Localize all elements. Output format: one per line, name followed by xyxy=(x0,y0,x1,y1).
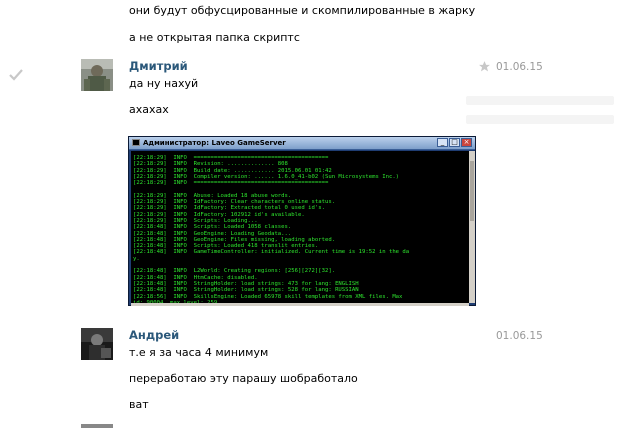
maximize-icon: □ xyxy=(449,138,460,147)
blurred-region xyxy=(466,96,614,105)
console-line: [22:18:48] INFO GameTimeController: init… xyxy=(133,249,410,256)
comment-text: а не открытая папка скриптс xyxy=(129,31,300,44)
close-icon: × xyxy=(461,138,472,147)
blurred-region xyxy=(466,115,614,124)
console-icon xyxy=(132,139,140,146)
star-icon[interactable] xyxy=(478,60,491,76)
console-line: [22:18:56] INFO SkillsEngine: Loaded 659… xyxy=(133,293,403,300)
comment-date: 01.06.15 xyxy=(496,330,543,342)
comment-author[interactable]: Дмитрий xyxy=(129,59,188,73)
comment-text: ват xyxy=(129,398,149,411)
comment-text: ахахах xyxy=(129,103,169,116)
comment-date: 01.06.15 xyxy=(496,61,543,73)
comment-text: переработаю эту парашу шобработало xyxy=(129,372,358,385)
console-output: [22:18:29] INFO ========================… xyxy=(131,151,469,303)
comment-text: они будут обфусцированные и скомпилирова… xyxy=(129,4,476,17)
scrollbar xyxy=(469,151,475,303)
avatar[interactable] xyxy=(81,59,113,91)
comment-text: т.е я за часа 4 минимум xyxy=(129,346,269,359)
comment-author[interactable]: Андрей xyxy=(129,328,179,342)
minimize-icon: _ xyxy=(437,138,448,147)
avatar[interactable] xyxy=(81,328,113,360)
comment-text: да ну нахуй xyxy=(129,77,199,90)
window-title: Администратор: Laveo GameServer xyxy=(143,139,286,147)
window-titlebar: Администратор: Laveo GameServer _ □ × xyxy=(129,137,475,150)
avatar[interactable] xyxy=(81,424,113,428)
checkmark-icon[interactable] xyxy=(8,68,24,85)
attached-screenshot[interactable]: Администратор: Laveo GameServer _ □ × [2… xyxy=(128,136,476,306)
